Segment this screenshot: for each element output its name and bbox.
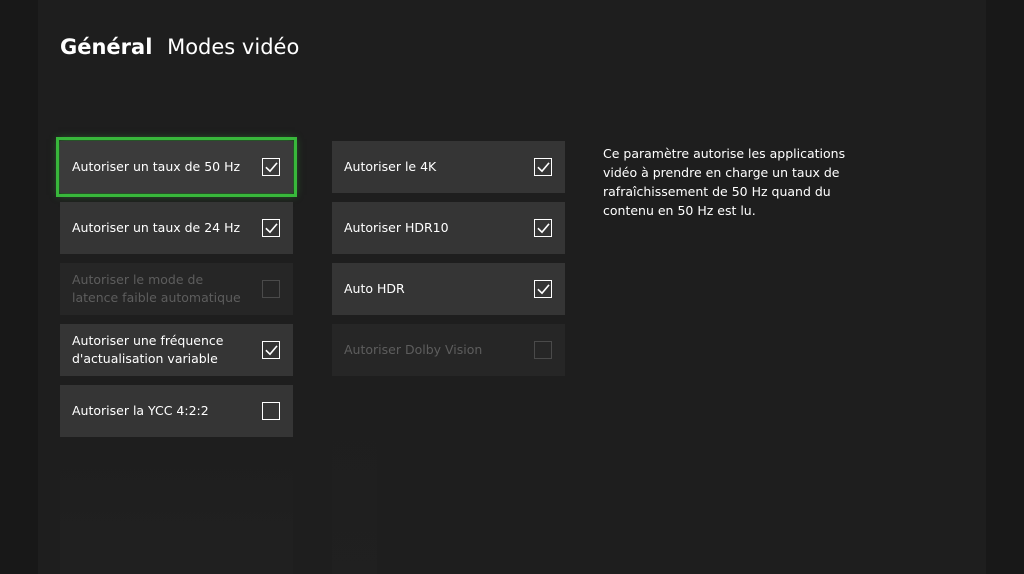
toggle-label: Auto HDR (344, 281, 405, 296)
settings-column-left: Autoriser un taux de 50 Hz Autoriser un … (56, 137, 297, 446)
page-header: Général Modes vidéo (60, 32, 299, 62)
toggle-allow-variable-refresh-rate[interactable]: Autoriser une fréquence d'actualisation … (60, 324, 293, 376)
setting-description: Ce paramètre autorise les applications v… (603, 146, 846, 218)
checkbox-checked-icon[interactable] (262, 219, 280, 237)
column-fade (332, 380, 377, 574)
toggle-label: Autoriser le mode de latence faible auto… (72, 272, 241, 305)
checkbox-unchecked-icon (534, 341, 552, 359)
breadcrumb-section: Général (60, 35, 153, 59)
checkbox-checked-icon[interactable] (262, 341, 280, 359)
toggle-label: Autoriser la YCC 4:2:2 (72, 403, 209, 418)
toggle-allow-auto-low-latency: Autoriser le mode de latence faible auto… (60, 263, 293, 315)
settings-page: Général Modes vidéo Autoriser un taux de… (0, 0, 1024, 574)
checkbox-checked-icon[interactable] (262, 158, 280, 176)
checkbox-unchecked-icon[interactable] (262, 402, 280, 420)
toggle-allow-4k[interactable]: Autoriser le 4K (332, 141, 565, 193)
toggle-label: Autoriser une fréquence d'actualisation … (72, 333, 224, 366)
checkbox-checked-icon[interactable] (534, 158, 552, 176)
toggle-label: Autoriser un taux de 24 Hz (72, 220, 241, 235)
column-fade (60, 440, 293, 574)
checkbox-checked-icon[interactable] (534, 280, 552, 298)
toggle-allow-hdr10[interactable]: Autoriser HDR10 (332, 202, 565, 254)
toggle-allow-dolby-vision: Autoriser Dolby Vision (332, 324, 565, 376)
toggle-label: Autoriser HDR10 (344, 220, 449, 235)
toggle-label: Autoriser Dolby Vision (344, 342, 483, 357)
page-title: Modes vidéo (167, 35, 300, 59)
toggle-allow-ycc-422[interactable]: Autoriser la YCC 4:2:2 (60, 385, 293, 437)
toggle-auto-hdr[interactable]: Auto HDR (332, 263, 565, 315)
checkbox-checked-icon[interactable] (534, 219, 552, 237)
toggle-label: Autoriser le 4K (344, 159, 437, 174)
screen-edge-left (0, 0, 38, 574)
toggle-allow-50hz[interactable]: Autoriser un taux de 50 Hz (56, 137, 297, 197)
toggle-allow-24hz[interactable]: Autoriser un taux de 24 Hz (60, 202, 293, 254)
toggle-label: Autoriser un taux de 50 Hz (72, 159, 241, 174)
checkbox-unchecked-icon (262, 280, 280, 298)
screen-edge-right (986, 0, 1024, 574)
settings-column-right: Autoriser le 4K Autoriser HDR10 Auto HDR… (332, 141, 565, 385)
